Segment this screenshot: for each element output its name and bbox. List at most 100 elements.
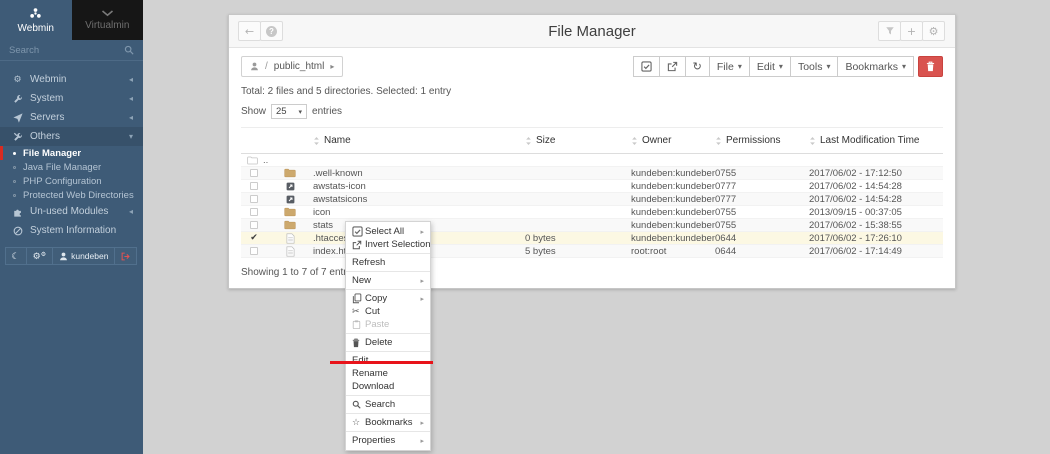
row-checkbox[interactable] xyxy=(241,208,267,216)
menu-label: Bookmarks xyxy=(845,61,898,73)
table-row-well-known[interactable]: .well-knownkundeben:kundeben07552017/06/… xyxy=(241,167,943,180)
cogs-button[interactable]: ⚙⚙ xyxy=(26,247,53,265)
table-header: NameSize Owner PermissionsLast Modificatio… xyxy=(241,127,943,154)
parent-directory-row[interactable]: .. xyxy=(241,154,943,167)
context-menu-item-new[interactable]: New▸ xyxy=(346,274,430,287)
sidebar-item-label: Webmin xyxy=(30,74,67,85)
column-header-name[interactable]: Name xyxy=(313,135,525,146)
context-menu-label: Bookmarks xyxy=(365,417,413,428)
context-menu-item-invert-selection[interactable]: Invert Selection xyxy=(346,238,430,251)
bullet-icon xyxy=(13,166,16,169)
delete-button[interactable] xyxy=(918,56,943,77)
context-menu-item-select-all[interactable]: Select All▸ xyxy=(346,225,430,238)
moon-button[interactable]: ☾ xyxy=(5,247,27,265)
tab-webmin[interactable]: Webmin xyxy=(0,0,72,40)
context-menu-item-download[interactable]: Download xyxy=(346,380,430,393)
menu-bookmarks[interactable]: Bookmarks▾ xyxy=(837,56,914,77)
context-menu-label: Cut xyxy=(365,306,380,317)
sidebar-item-un-used-modules[interactable]: Un-used Modules◂ xyxy=(0,202,143,221)
file-modified: 2017/06/02 - 14:54:28 xyxy=(809,181,943,192)
sidebar-item-others[interactable]: Others▾ xyxy=(0,127,143,146)
sidebar-subitem-java-file-manager[interactable]: Java File Manager xyxy=(0,160,143,174)
row-checkbox[interactable] xyxy=(241,221,267,229)
context-menu-item-rename[interactable]: Rename xyxy=(346,367,430,380)
gear-icon: ⚙ xyxy=(10,75,25,85)
table-row-awstats-icon[interactable]: awstats-iconkundeben:kundeben07772017/06… xyxy=(241,180,943,193)
sort-icon[interactable] xyxy=(313,136,320,146)
breadcrumb-current[interactable]: public_html xyxy=(274,61,325,72)
sidebar-item-servers[interactable]: Servers◂ xyxy=(0,108,143,127)
sort-icon[interactable] xyxy=(631,136,638,146)
sidebar-subitem-label: Protected Web Directories xyxy=(23,190,134,201)
column-header-last-modification-time[interactable]: Last Modification Time xyxy=(809,135,943,146)
sidebar-item-label: System xyxy=(30,93,63,104)
row-checkbox[interactable] xyxy=(241,247,267,255)
context-menu-item-bookmarks[interactable]: ☆Bookmarks▸ xyxy=(346,416,430,429)
sort-icon[interactable] xyxy=(715,136,722,146)
column-header-owner[interactable]: Owner xyxy=(631,135,715,146)
refresh-button[interactable]: ↻ xyxy=(685,56,710,77)
breadcrumb[interactable]: / public_html ▸ xyxy=(241,56,343,77)
help-button[interactable]: ? xyxy=(260,21,283,41)
send-icon xyxy=(10,113,25,123)
row-checkbox[interactable] xyxy=(241,195,267,203)
sidebar-item-system[interactable]: System ◂ xyxy=(0,89,143,108)
user-button[interactable]: kundeben xyxy=(52,247,115,265)
column-header-permissions[interactable]: Permissions xyxy=(715,135,809,146)
context-menu-item-search[interactable]: Search xyxy=(346,398,430,411)
context-menu-label: Properties xyxy=(352,435,395,446)
tools-icon xyxy=(10,132,25,142)
sidebar-subitem-protected-web-directories[interactable]: Protected Web Directories xyxy=(0,188,143,202)
row-checkbox[interactable]: ✔ xyxy=(241,234,267,243)
row-checkbox[interactable] xyxy=(241,169,267,177)
toolbar-buttons: ↻File▾Edit▾Tools▾Bookmarks▾ xyxy=(634,56,943,77)
sidebar-item-label: Un-used Modules xyxy=(30,206,108,217)
file-name[interactable]: icon xyxy=(313,207,525,218)
column-label: Owner xyxy=(642,135,671,146)
context-menu-item-copy[interactable]: Copy▸ xyxy=(346,292,430,305)
context-menu-item-cut[interactable]: ✂Cut xyxy=(346,305,430,318)
check-square-button[interactable] xyxy=(633,56,660,77)
plus-button[interactable]: + xyxy=(900,21,923,41)
filter-button[interactable] xyxy=(878,21,901,41)
context-menu-item-properties[interactable]: Properties▸ xyxy=(346,434,430,447)
menu-file[interactable]: File▾ xyxy=(709,56,750,77)
sidebar-item-system-information[interactable]: System Information xyxy=(0,221,143,240)
context-menu-item-delete[interactable]: Delete xyxy=(346,336,430,349)
menu-divider xyxy=(346,431,430,432)
file-size: 0 bytes xyxy=(525,233,631,244)
submenu-caret-icon: ▸ xyxy=(420,228,424,236)
menu-tools[interactable]: Tools▾ xyxy=(790,56,839,77)
sidebar-subitem-php-configuration[interactable]: PHP Configuration xyxy=(0,174,143,188)
sidebar-subitem-file-manager[interactable]: File Manager xyxy=(0,146,143,160)
copy-icon xyxy=(352,293,365,304)
folder-icon xyxy=(267,168,313,178)
export-button[interactable] xyxy=(659,56,686,77)
file-permissions: 0755 xyxy=(715,168,809,179)
sort-icon[interactable] xyxy=(809,136,816,146)
back-button[interactable]: ← xyxy=(238,21,261,41)
tab-virtualmin[interactable]: Virtualmin xyxy=(72,0,144,40)
table-row-icon[interactable]: iconkundeben:kundeben07552013/09/15 - 00… xyxy=(241,206,943,219)
file-name[interactable]: awstats-icon xyxy=(313,181,525,192)
sidebar-item-webmin[interactable]: ⚙Webmin◂ xyxy=(0,70,143,89)
submenu-caret-icon: ▸ xyxy=(420,419,424,427)
chevron-left-icon: ◂ xyxy=(129,113,133,122)
row-checkbox[interactable] xyxy=(241,182,267,190)
page-size-select[interactable]: 25 ▾ xyxy=(271,104,307,119)
gear-button[interactable]: ⚙ xyxy=(922,21,945,41)
chevron-left-icon: ◂ xyxy=(129,94,133,103)
column-header-size[interactable]: Size xyxy=(525,135,631,146)
file-name[interactable]: .well-known xyxy=(313,168,525,179)
menu-edit[interactable]: Edit▾ xyxy=(749,56,791,77)
context-menu-item-refresh[interactable]: Refresh xyxy=(346,256,430,269)
context-menu-item-paste: Paste xyxy=(346,318,430,331)
signout-button[interactable] xyxy=(114,247,137,265)
table-row-awstatsicons[interactable]: awstatsiconskundeben:kundeben07772017/06… xyxy=(241,193,943,206)
search-input[interactable] xyxy=(9,45,124,56)
context-menu-label: Rename xyxy=(352,368,388,379)
sidebar-item-label: System Information xyxy=(30,225,116,236)
page-size-value: 25 xyxy=(276,106,287,117)
sort-icon[interactable] xyxy=(525,136,532,146)
file-name[interactable]: awstatsicons xyxy=(313,194,525,205)
